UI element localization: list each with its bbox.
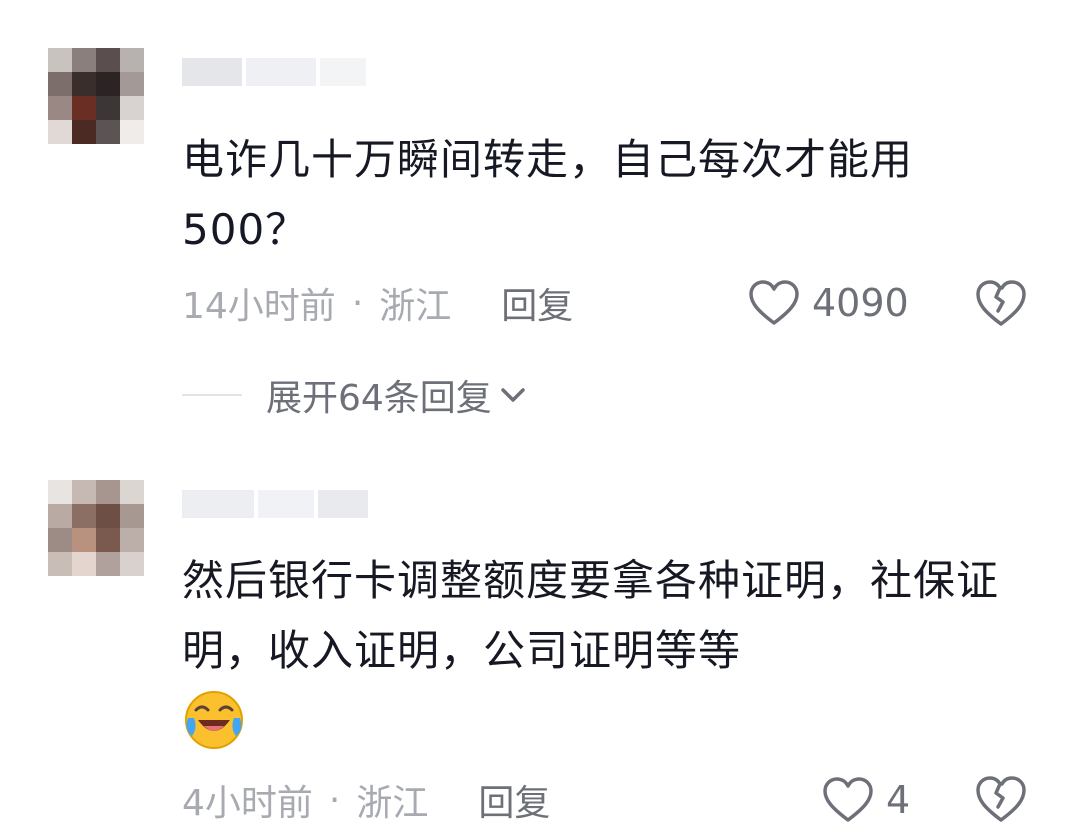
username-text: [182, 52, 183, 53]
comment-text: 电诈几十万瞬间转走，自己每次才能用500？: [182, 135, 914, 254]
reply-button[interactable]: 回复: [478, 774, 550, 826]
like-count: 4090: [812, 281, 909, 325]
location: 浙江: [356, 783, 429, 824]
like-button[interactable]: 4: [822, 772, 910, 828]
avatar[interactable]: [48, 48, 144, 144]
heart-icon: [823, 777, 873, 822]
divider-line: [182, 394, 242, 396]
broken-heart-icon: [976, 776, 1026, 822]
reply-button[interactable]: 回复: [501, 277, 573, 329]
dislike-button[interactable]: [974, 278, 1028, 332]
expand-replies-label: 展开64条回复: [266, 378, 492, 419]
location: 浙江: [379, 286, 452, 327]
separator-dot: ·: [351, 282, 364, 324]
timestamp: 14小时前: [182, 286, 336, 327]
expand-replies-button[interactable]: 展开64条回复: [182, 365, 528, 425]
chevron-down-icon: [501, 388, 525, 402]
broken-heart-icon: [976, 280, 1026, 326]
like-button[interactable]: 4090: [748, 275, 909, 331]
dislike-button[interactable]: [974, 774, 1028, 828]
laughing-with-tears-emoji-icon: [185, 691, 243, 749]
avatar[interactable]: [48, 480, 144, 576]
like-count: 4: [886, 778, 911, 822]
username-text: [182, 484, 183, 485]
comment-text: 然后银行卡调整额度要拿各种证明，社保证明，收入证明，公司证明等等: [182, 556, 1000, 675]
username[interactable]: [182, 484, 372, 524]
separator-dot: ·: [328, 779, 341, 821]
username[interactable]: [182, 52, 370, 92]
heart-icon: [749, 280, 799, 325]
timestamp: 4小时前: [182, 783, 313, 824]
